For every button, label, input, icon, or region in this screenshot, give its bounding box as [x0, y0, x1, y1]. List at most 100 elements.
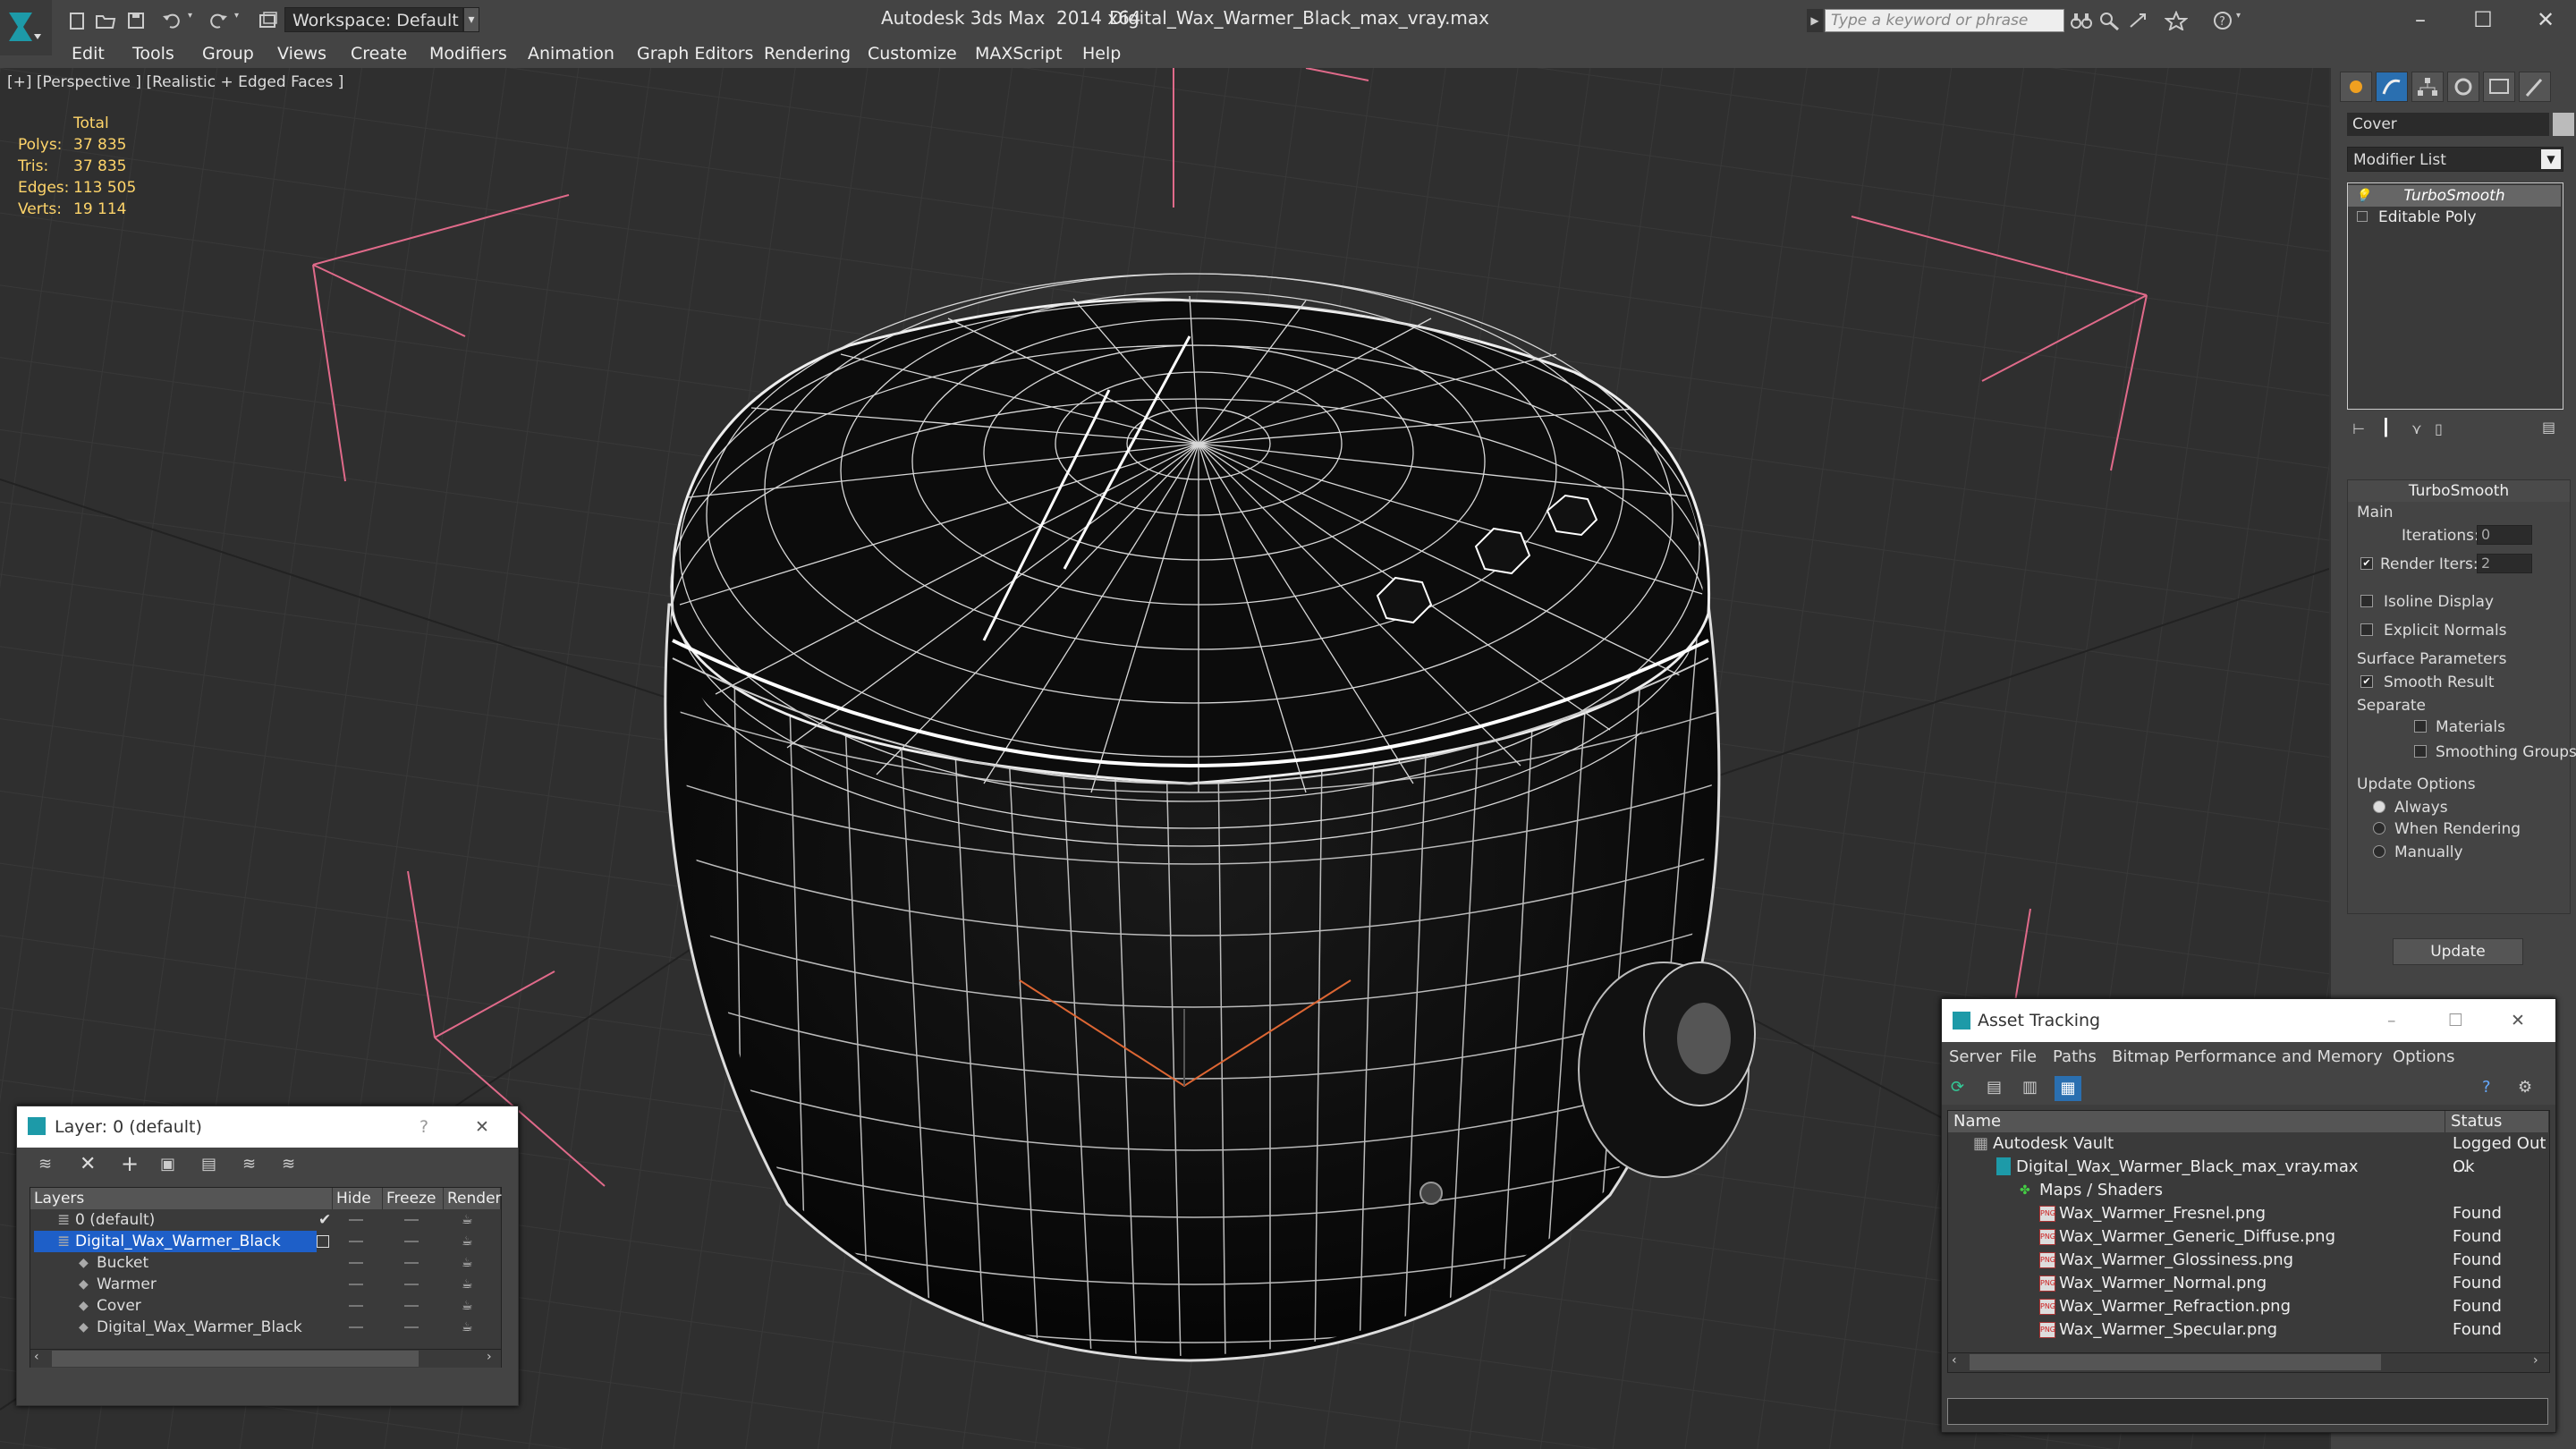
menu-graph-editors[interactable]: Graph Editors: [637, 44, 753, 64]
asset-menu-server[interactable]: Server: [1949, 1047, 2002, 1066]
active-layer-check-icon[interactable]: ✔: [318, 1209, 331, 1231]
rollout-title[interactable]: TurboSmooth: [2348, 480, 2570, 502]
scroll-thumb[interactable]: [1970, 1354, 2381, 1370]
layer-row[interactable]: ◆ Digital_Wax_Warmer_Black ☕: [30, 1317, 501, 1338]
asset-row[interactable]: PNG Wax_Warmer_Specular.png Found: [1948, 1318, 2549, 1342]
configure-modifier-sets-icon[interactable]: ▤: [2542, 419, 2555, 436]
menu-edit[interactable]: Edit: [72, 44, 105, 64]
motion-tab-icon[interactable]: [2447, 72, 2479, 102]
new-file-icon[interactable]: [66, 11, 91, 32]
close-button[interactable]: ✕: [2519, 4, 2572, 36]
asset-tracking-title[interactable]: Asset Tracking – ☐ ✕: [1942, 999, 2555, 1042]
asset-row[interactable]: Digital_Wax_Warmer_Black_max_vray.max Ok: [1948, 1156, 2549, 1179]
isoline-display-checkbox[interactable]: [2360, 595, 2373, 607]
menu-animation[interactable]: Animation: [528, 44, 614, 64]
smoothing-groups-checkbox[interactable]: [2414, 745, 2427, 758]
subscription-icon[interactable]: [2098, 11, 2123, 32]
materials-checkbox[interactable]: [2414, 720, 2427, 733]
help-icon[interactable]: ?: [2213, 11, 2238, 32]
scroll-left-icon[interactable]: ‹: [1952, 1353, 1957, 1368]
layer-horizontal-scrollbar[interactable]: ‹ ›: [30, 1349, 501, 1368]
table-view-icon[interactable]: ▦: [2055, 1076, 2081, 1101]
object-color-swatch[interactable]: [2553, 113, 2574, 136]
redo-icon[interactable]: [208, 11, 233, 32]
freeze-column-header[interactable]: Freeze: [383, 1188, 444, 1209]
app-logo-icon[interactable]: [0, 0, 52, 55]
hide-column-header[interactable]: Hide: [333, 1188, 383, 1209]
project-folder-icon[interactable]: [258, 11, 283, 32]
stack-item-turbosmooth[interactable]: 💡 TurboSmooth: [2348, 185, 2561, 207]
show-end-result-icon[interactable]: ┃: [2381, 419, 2391, 437]
layer-row[interactable]: ≣ 0 (default) ✔ ☕: [30, 1209, 501, 1231]
asset-minimize-button[interactable]: –: [2387, 999, 2396, 1042]
remove-modifier-icon[interactable]: ▯: [2435, 420, 2443, 437]
render-teapot-icon[interactable]: ☕: [462, 1231, 473, 1252]
help-dropdown-icon[interactable]: ▾: [2236, 11, 2261, 32]
menu-tools[interactable]: Tools: [132, 44, 174, 64]
viewport-label[interactable]: [+] [Perspective ] [Realistic + Edged Fa…: [7, 73, 343, 91]
lightbulb-icon[interactable]: 💡: [2355, 185, 2370, 207]
layers-column-header[interactable]: Layers: [30, 1188, 333, 1209]
scroll-right-icon[interactable]: ›: [2533, 1353, 2538, 1368]
asset-menu-file[interactable]: File: [2010, 1047, 2037, 1066]
refresh-icon[interactable]: ⟳: [1951, 1078, 1964, 1097]
list-view-icon[interactable]: ▤: [1987, 1078, 2002, 1097]
always-radio[interactable]: [2373, 801, 2385, 813]
render-teapot-icon[interactable]: ☕: [462, 1252, 473, 1274]
render-teapot-icon[interactable]: ☕: [462, 1295, 473, 1317]
highlight-layer-icon[interactable]: ▤: [201, 1155, 216, 1174]
render-teapot-icon[interactable]: ☕: [462, 1209, 473, 1231]
hide-all-icon[interactable]: ≋: [242, 1155, 256, 1174]
binoculars-icon[interactable]: [2070, 11, 2095, 32]
open-folder-icon[interactable]: [95, 11, 120, 32]
save-icon[interactable]: [125, 11, 150, 32]
asset-menu-bitmap-performance[interactable]: Bitmap Performance and Memory: [2112, 1047, 2383, 1066]
menu-rendering[interactable]: Rendering: [764, 44, 851, 64]
set-active-checkbox[interactable]: [317, 1235, 329, 1248]
smooth-result-checkbox[interactable]: ✔: [2360, 675, 2373, 688]
layer-row[interactable]: ◆ Cover ☕: [30, 1295, 501, 1317]
layer-help-button[interactable]: ?: [419, 1106, 428, 1148]
asset-close-button[interactable]: ✕: [2511, 999, 2525, 1042]
modifier-list-dropdown[interactable]: Modifier List ▼: [2347, 147, 2563, 172]
pin-stack-icon[interactable]: ⊢: [2352, 420, 2365, 437]
freeze-all-icon[interactable]: ≋: [282, 1155, 295, 1174]
hierarchy-tab-icon[interactable]: [2411, 72, 2444, 102]
asset-row[interactable]: PNG Wax_Warmer_Fresnel.png Found: [1948, 1202, 2549, 1225]
render-iters-checkbox[interactable]: ✔: [2360, 557, 2373, 570]
modifier-list-arrow-icon[interactable]: ▼: [2541, 149, 2561, 169]
update-button[interactable]: Update: [2393, 938, 2523, 965]
menu-help[interactable]: Help: [1082, 44, 1121, 64]
asset-menu-paths[interactable]: Paths: [2053, 1047, 2097, 1066]
asset-maximize-button[interactable]: ☐: [2448, 999, 2463, 1042]
status-column-header[interactable]: Status: [2445, 1111, 2549, 1132]
asset-row[interactable]: PNG Wax_Warmer_Normal.png Found: [1948, 1272, 2549, 1295]
asset-row[interactable]: PNG Wax_Warmer_Generic_Diffuse.png Found: [1948, 1225, 2549, 1249]
make-unique-icon[interactable]: ⋎: [2411, 420, 2422, 437]
scroll-left-icon[interactable]: ‹: [34, 1350, 39, 1364]
create-tab-icon[interactable]: [2340, 72, 2372, 102]
layer-window-title[interactable]: Layer: 0 (default) ? ✕: [17, 1106, 518, 1148]
asset-row[interactable]: PNG Wax_Warmer_Refraction.png Found: [1948, 1295, 2549, 1318]
stack-item-editable-poly[interactable]: Editable Poly: [2348, 207, 2561, 228]
layer-row[interactable]: ◆ Warmer ☕: [30, 1274, 501, 1295]
object-name-field[interactable]: Cover: [2347, 113, 2549, 136]
menu-create[interactable]: Create: [351, 44, 407, 64]
undo-icon[interactable]: [161, 11, 186, 32]
layer-close-button[interactable]: ✕: [475, 1106, 489, 1148]
iterations-spinner[interactable]: 0: [2477, 525, 2532, 545]
asset-menu-options[interactable]: Options: [2393, 1047, 2454, 1066]
asset-horizontal-scrollbar[interactable]: ‹ ›: [1948, 1352, 2549, 1371]
redo-dropdown-icon[interactable]: ▾: [234, 11, 259, 32]
explicit-normals-checkbox[interactable]: [2360, 623, 2373, 636]
asset-row[interactable]: ✤ Maps / Shaders: [1948, 1179, 2549, 1202]
modify-tab-icon[interactable]: [2376, 72, 2408, 102]
scroll-right-icon[interactable]: ›: [487, 1350, 492, 1364]
search-input[interactable]: Type a keyword or phrase: [1825, 9, 2064, 32]
manually-radio[interactable]: [2373, 845, 2385, 858]
detail-view-icon[interactable]: ▥: [2022, 1078, 2038, 1097]
render-iters-spinner[interactable]: 2: [2477, 554, 2532, 573]
add-to-layer-icon[interactable]: +: [121, 1151, 139, 1176]
workspace-dropdown[interactable]: Workspace: Default: [284, 7, 463, 32]
asset-settings-icon[interactable]: ⚙: [2518, 1078, 2532, 1097]
